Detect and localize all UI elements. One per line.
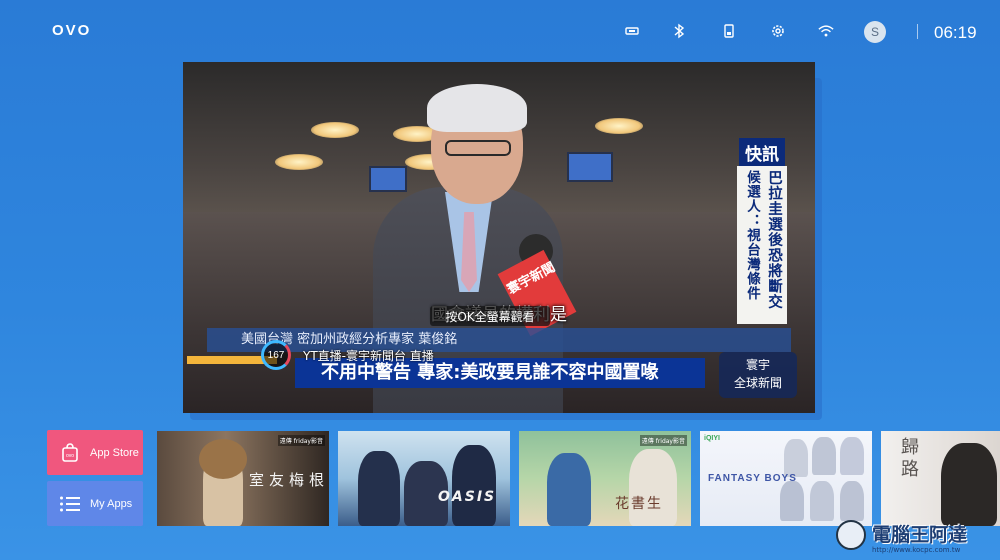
my-apps-label: My Apps: [90, 497, 133, 510]
poster-figure: [784, 439, 808, 477]
breaking-news-label: 快訊: [739, 138, 785, 166]
interviewee-glasses: [445, 140, 511, 156]
poster-figure: [812, 437, 836, 475]
top-status-bar: OVO S 06:19: [0, 0, 1000, 64]
fullscreen-hint: 按OK全螢幕觀看: [430, 306, 550, 326]
mascot-face-icon: [836, 520, 866, 550]
shopping-bag-icon: ovo: [59, 442, 81, 464]
chandelier: [275, 154, 323, 170]
poster-figure: [452, 445, 496, 526]
poster-title: 歸路: [898, 437, 919, 481]
poster-figure: [358, 451, 400, 526]
storage-icon[interactable]: [721, 23, 737, 39]
breaking-news-line2: 候選人：視台灣條件: [744, 170, 760, 301]
bluetooth-icon[interactable]: [671, 23, 687, 39]
poster-card-1[interactable]: 遠傳 friday影音 室友梅根: [157, 431, 329, 526]
poster-card-3[interactable]: 遠傳 friday影音 花書生: [519, 431, 691, 526]
user-avatar[interactable]: S: [864, 21, 886, 43]
event-screen: [567, 152, 613, 182]
app-store-label: App Store: [90, 446, 139, 459]
channel-info-overlay: 167 YT直播-寰宇新聞台 直播: [261, 340, 641, 370]
poster-title: 花書生: [615, 496, 663, 512]
settings-gear-icon[interactable]: [770, 23, 786, 39]
live-tv-player[interactable]: 寰宇新聞 快訊 巴拉圭選後恐將斷交 候選人：視台灣條件 國會議員的權利是 按OK…: [183, 62, 815, 413]
poster-title: FANTASY BOYS: [708, 473, 797, 484]
clock: 06:19: [934, 23, 977, 42]
poster-figure: [629, 449, 677, 526]
event-screen: [369, 166, 407, 192]
poster-provider-badge: 遠傳 friday影音: [639, 435, 687, 446]
watermark-url: http://www.kocpc.com.tw: [872, 546, 961, 554]
channel-number: 167: [261, 340, 291, 370]
poster-provider-badge: 遠傳 friday影音: [277, 435, 325, 446]
wifi-icon[interactable]: [818, 23, 834, 39]
poster-figure: [840, 437, 864, 475]
hdmi-icon[interactable]: [624, 23, 640, 39]
app-store-button[interactable]: ovo App Store: [47, 430, 143, 475]
poster-figure-hair: [199, 439, 247, 479]
svg-text:ovo: ovo: [66, 453, 74, 459]
watermark-text: 電腦王阿達: [872, 524, 968, 546]
poster-card-4[interactable]: iQIYI FANTASY BOYS: [700, 431, 872, 526]
site-watermark: 電腦王阿達 http://www.kocpc.com.tw: [832, 514, 1000, 560]
brand-logo: OVO: [52, 22, 92, 39]
poster-figure: [547, 453, 591, 526]
poster-provider-badge: iQIYI: [704, 435, 720, 442]
poster-figure: [810, 481, 834, 521]
interviewee-hair: [427, 84, 527, 132]
my-apps-button[interactable]: My Apps: [47, 481, 143, 526]
poster-card-2[interactable]: OASIS: [338, 431, 510, 526]
channel-logo-line1: 寰宇: [745, 358, 770, 372]
channel-name: YT直播-寰宇新聞台 直播: [303, 348, 434, 363]
poster-title: OASIS: [438, 489, 497, 505]
channel-logo-line2: 全球新聞: [733, 376, 782, 390]
chandelier: [595, 118, 643, 134]
list-icon: [59, 493, 81, 515]
status-divider: [917, 24, 918, 39]
chandelier: [311, 122, 359, 138]
poster-figure: [780, 481, 804, 521]
poster-card-5[interactable]: 歸路: [881, 431, 1000, 526]
channel-logo-tag: 寰宇 全球新聞: [719, 352, 797, 398]
breaking-news-line1: 巴拉圭選後恐將斷交: [766, 170, 782, 310]
poster-title: 室友梅根: [249, 471, 329, 489]
